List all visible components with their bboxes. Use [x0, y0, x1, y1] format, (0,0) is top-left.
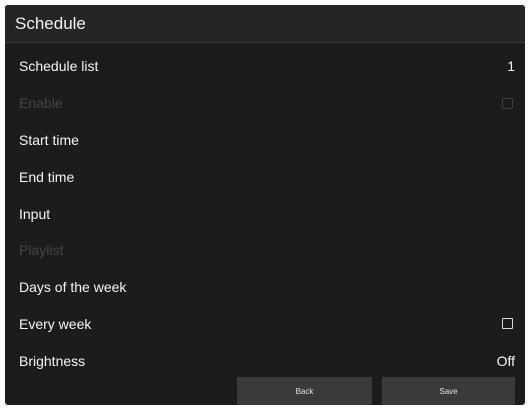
input-row[interactable]: Input — [5, 195, 525, 232]
days-of-week-label: Days of the week — [19, 279, 127, 296]
back-button[interactable]: Back — [237, 377, 372, 405]
every-week-label: Every week — [19, 315, 92, 332]
enable-row: Enable — [5, 85, 525, 122]
every-week-row[interactable]: Every week — [5, 306, 525, 343]
enable-label: Enable — [19, 95, 63, 112]
end-time-row[interactable]: End time — [5, 158, 525, 195]
playlist-row: Playlist — [5, 232, 525, 269]
days-of-week-row[interactable]: Days of the week — [5, 269, 525, 306]
schedule-list-row[interactable]: Schedule list 1 — [5, 48, 525, 85]
every-week-checkbox[interactable] — [502, 318, 513, 330]
save-button[interactable]: Save — [382, 377, 515, 405]
schedule-window: Schedule Schedule list 1 Enable Start ti… — [5, 5, 525, 405]
playlist-label: Playlist — [19, 242, 64, 259]
brightness-value: Off — [496, 352, 515, 369]
schedule-list-value: 1 — [507, 58, 515, 75]
input-label: Input — [19, 205, 51, 222]
enable-checkbox — [502, 97, 513, 109]
page-title: Schedule — [15, 13, 86, 33]
brightness-row[interactable]: Brightness Off — [5, 342, 525, 379]
footer-bar: Back Save — [5, 375, 525, 405]
start-time-label: Start time — [19, 131, 79, 148]
header-bar: Schedule — [5, 5, 525, 43]
brightness-label: Brightness — [19, 352, 86, 369]
schedule-list-label: Schedule list — [19, 58, 99, 75]
settings-list: Schedule list 1 Enable Start time End ti… — [5, 48, 525, 379]
start-time-row[interactable]: Start time — [5, 122, 525, 159]
end-time-label: End time — [19, 168, 75, 185]
